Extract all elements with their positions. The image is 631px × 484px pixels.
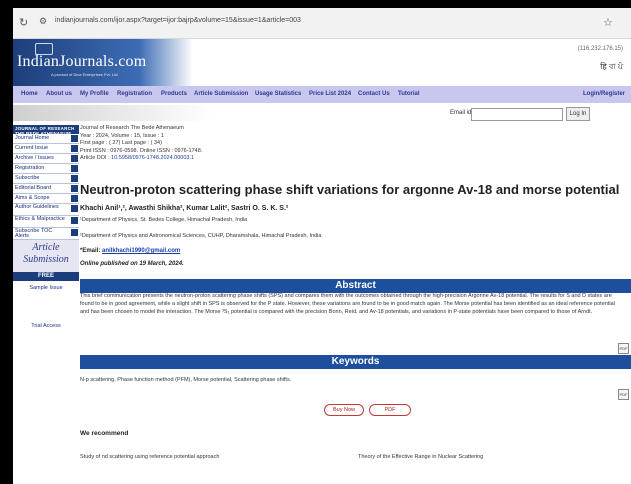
address-bar[interactable]: indianjournals.com/ijor.aspx?target=ijor…	[55, 17, 301, 24]
doi-line: Article DOI : 10.5958/0976-1748.2024.000…	[80, 155, 631, 163]
abstract-text: This brief communication presents the ne…	[80, 293, 615, 315]
affiliation-2: ²Department of Physics and Astronomical …	[80, 233, 322, 239]
main-nav: Home About us My Profile Registration Pr…	[13, 86, 631, 103]
sidebar-item-editorial-board[interactable]: Editorial Board	[13, 184, 79, 194]
square-bullet-icon	[71, 217, 78, 224]
square-bullet-icon	[71, 165, 78, 172]
browser-window: ↻ ⚙ indianjournals.com/ijor.aspx?target=…	[13, 8, 631, 484]
logo-tagline: A product of Diva Enterprises Pvt. Ltd.	[51, 72, 119, 77]
sidebar-item-label: Aims & Scope	[15, 195, 50, 201]
square-bullet-icon	[71, 229, 78, 236]
sidebar-item-ethics[interactable]: Ethics & Malpractice	[13, 216, 79, 228]
keywords-text: N-p scattering, Phase function method (P…	[80, 377, 292, 383]
login-row: Email id Log In	[13, 103, 631, 123]
sidebar-item-journal-home[interactable]: Journal Home	[13, 134, 79, 144]
sidebar-item-archive[interactable]: Archive / Issues	[13, 154, 79, 164]
nav-my-profile[interactable]: My Profile	[80, 91, 109, 97]
nav-registration[interactable]: Registration	[117, 91, 152, 97]
login-button[interactable]: Log In	[566, 107, 590, 121]
published-date: Online published on 19 March, 2024.	[80, 261, 184, 267]
sidebar-item-label: Subscribe TOC Alerts	[15, 228, 53, 239]
doi-label: Article DOI :	[80, 155, 112, 161]
decorative-band	[13, 105, 213, 121]
journal-name: Journal of Research The Bede Athenaeum	[80, 125, 184, 131]
square-bullet-icon	[71, 205, 78, 212]
article-submission-line2: Submission	[23, 254, 69, 265]
bookmark-star-icon[interactable]: ☆	[603, 16, 613, 29]
nav-home[interactable]: Home	[21, 91, 38, 97]
article-submission-banner[interactable]: Article Submission	[13, 240, 79, 272]
sidebar-item-registration[interactable]: Registration	[13, 164, 79, 174]
sidebar-item-label: Archive / Issues	[15, 155, 54, 161]
site-settings-icon[interactable]: ⚙	[39, 16, 47, 27]
square-bullet-icon	[71, 145, 78, 152]
nav-about-us[interactable]: About us	[46, 91, 72, 97]
sidebar-item-label: Subscribe	[15, 175, 40, 181]
buy-now-button[interactable]: Buy Now	[324, 404, 364, 416]
author-email: *Email: anilkhachi1990@gmail.com	[80, 248, 180, 254]
recommend-item-1[interactable]: Study of nd scattering using reference p…	[80, 454, 219, 460]
recommend-item-2[interactable]: Theory of the Effective Range in Nuclear…	[358, 454, 483, 460]
email-label: *Email:	[80, 248, 103, 254]
sidebar-item-subscribe[interactable]: Subscribe	[13, 174, 79, 184]
keywords-heading: Keywords	[80, 355, 631, 369]
browser-toolbar: ↻ ⚙ indianjournals.com/ijor.aspx?target=…	[13, 8, 631, 39]
page-range: First page : ( 27) Last page : ( 34)	[80, 140, 162, 146]
doi-link[interactable]: 10.5958/0976-1748.2024.00003.1	[111, 155, 194, 161]
abstract-heading: Abstract	[80, 279, 631, 293]
article-title: Neutron-proton scattering phase shift va…	[80, 182, 620, 197]
nav-products[interactable]: Products	[161, 91, 187, 97]
nav-article-submission[interactable]: Article Submission	[194, 91, 248, 97]
nav-login-register[interactable]: Login/Register	[583, 91, 625, 97]
nav-contact-us[interactable]: Contact Us	[358, 91, 390, 97]
sidebar-item-toc-alerts[interactable]: Subscribe TOC Alerts	[13, 228, 79, 240]
pdf-icon[interactable]: PDF	[618, 343, 629, 354]
pdf-button[interactable]: PDF	[369, 404, 411, 416]
sidebar-item-current-issue[interactable]: Current Issue	[13, 144, 79, 154]
sidebar-item-label: Current Issue	[15, 145, 49, 151]
ip-address: (116.232.176.15)	[577, 46, 623, 52]
nav-usage-statistics[interactable]: Usage Statistics	[255, 91, 301, 97]
trial-access-link[interactable]: Trial Access	[13, 323, 79, 329]
sidebar-item-label: Journal Home	[15, 135, 50, 141]
article-submission-line1: Article	[32, 242, 60, 253]
sidebar: JOURNAL OF RESEARCH THE BEDE ATHENAEUM J…	[13, 125, 79, 329]
sidebar-item-label: Ethics & Malpractice	[15, 216, 65, 222]
reload-icon[interactable]: ↻	[19, 16, 28, 29]
sidebar-item-label: Author Guidelines	[15, 204, 59, 210]
site-logo[interactable]: IndianJournals.com	[17, 53, 146, 71]
sidebar-item-author-guidelines[interactable]: Author Guidelines	[13, 204, 79, 216]
free-badge: FREE	[13, 272, 79, 281]
article-content: Journal of Research The Bede Athenaeum Y…	[80, 125, 631, 460]
recommend-heading: We recommend	[80, 430, 129, 437]
language-links[interactable]: हि বা ਪੰ	[600, 61, 623, 74]
issn: Print ISSN : 0976-0598. Online ISSN : 09…	[80, 147, 203, 154]
year-volume-issue: Year : 2024, Volume : 15, Issue : 1	[80, 132, 164, 139]
square-bullet-icon	[71, 185, 78, 192]
square-bullet-icon	[71, 135, 78, 142]
square-bullet-icon	[71, 175, 78, 182]
pdf-icon[interactable]: PDF	[618, 389, 629, 400]
sample-issue-link[interactable]: Sample Issue	[13, 285, 79, 291]
square-bullet-icon	[71, 195, 78, 202]
article-authors[interactable]: Khachi Anil¹,², Awasthi Shikha², Kumar L…	[80, 205, 288, 212]
affiliation-1: ¹Department of Physics, St. Bedes Colleg…	[80, 217, 248, 223]
email-label: Email id	[450, 110, 472, 116]
email-link[interactable]: anilkhachi1990@gmail.com	[102, 248, 180, 254]
sidebar-item-aims-scope[interactable]: Aims & Scope	[13, 194, 79, 204]
square-bullet-icon	[71, 155, 78, 162]
nav-price-list[interactable]: Price List 2024	[309, 91, 351, 97]
nav-tutorial[interactable]: Tutorial	[398, 91, 420, 97]
sidebar-journal-title: JOURNAL OF RESEARCH THE BEDE ATHENAEUM	[13, 125, 79, 136]
sidebar-item-label: Registration	[15, 165, 45, 171]
sidebar-item-label: Editorial Board	[15, 185, 52, 191]
site-header: IndianJournals.com A product of Diva Ent…	[13, 39, 631, 86]
email-input[interactable]	[471, 108, 563, 121]
article-meta: Journal of Research The Bede Athenaeum Y…	[80, 125, 631, 163]
